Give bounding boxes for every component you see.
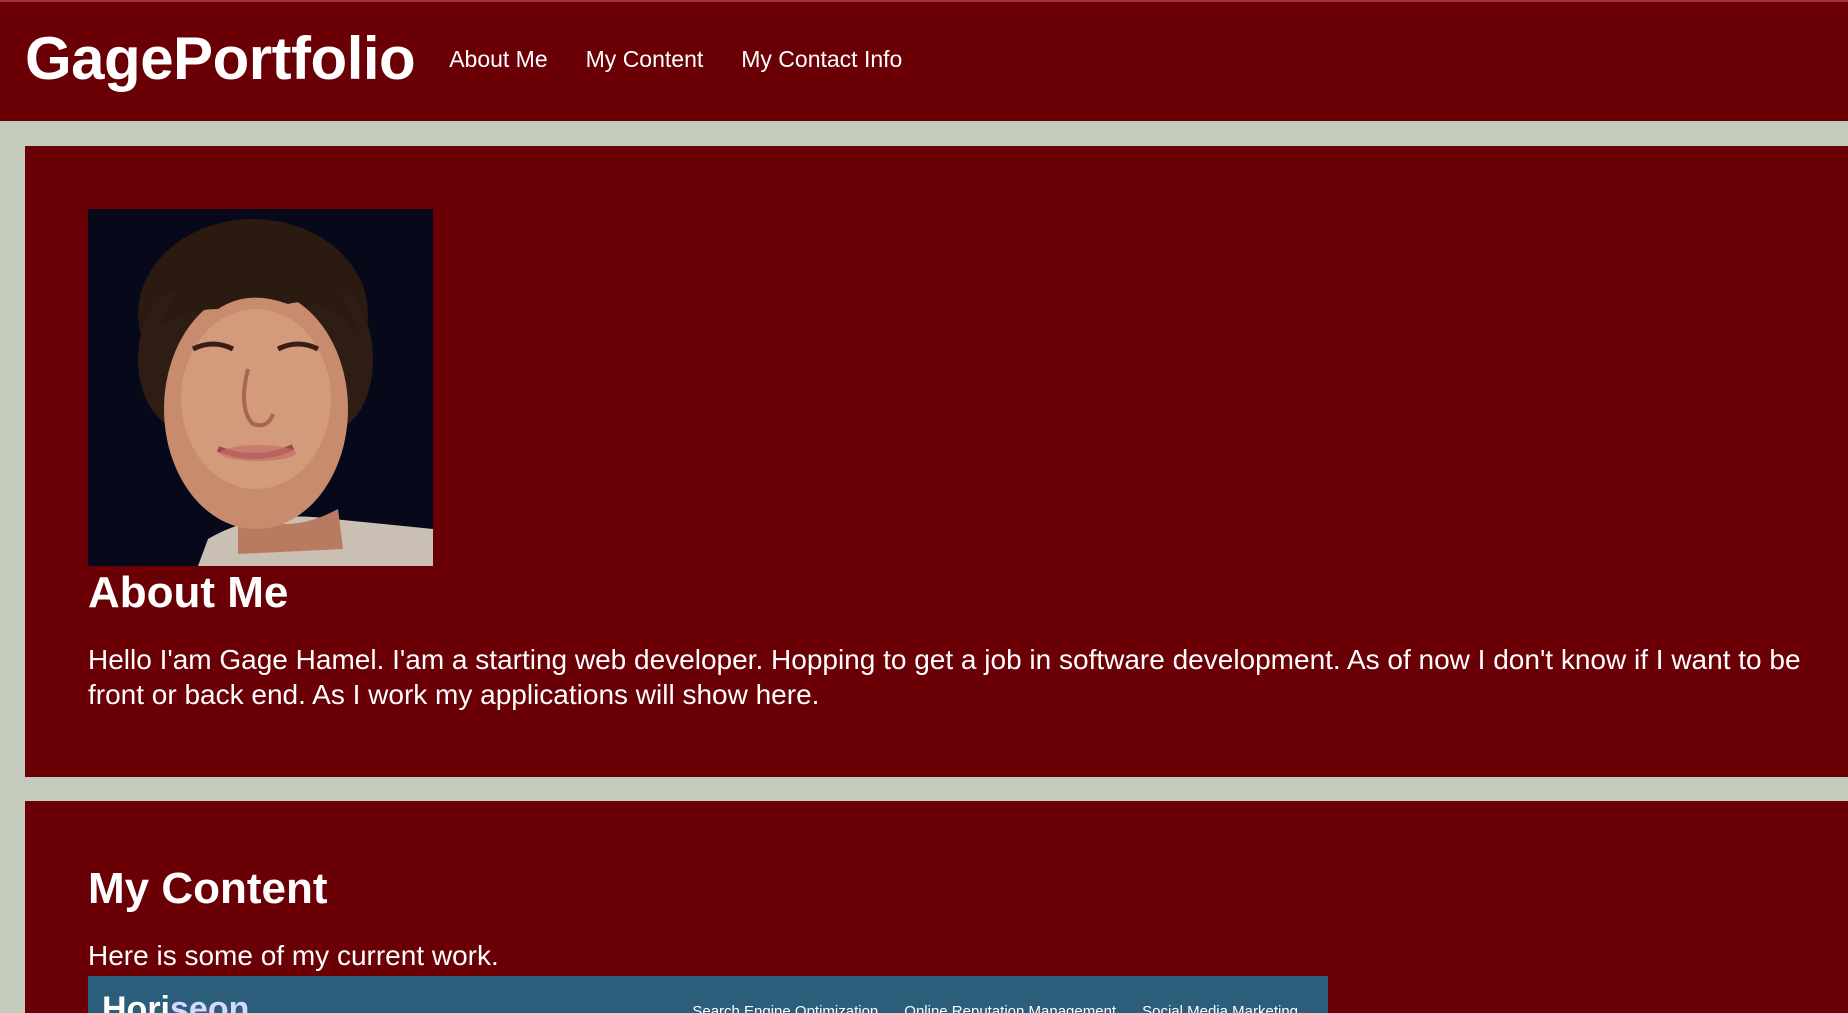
site-header: GagePortfolio About Me My Content My Con…: [0, 2, 1848, 121]
nav-link-contact-info[interactable]: My Contact Info: [741, 46, 902, 73]
profile-photo: [88, 209, 433, 566]
about-me-bio: Hello I'am Gage Hamel. I'am a starting w…: [88, 644, 1801, 710]
nav-link-about-me[interactable]: About Me: [449, 46, 547, 73]
my-content-section: My Content Here is some of my current wo…: [25, 801, 1848, 1013]
preview-nav-orm: Online Reputation Management: [904, 1003, 1117, 1013]
about-me-title: About Me: [88, 568, 289, 617]
site-brand[interactable]: GagePortfolio: [25, 28, 416, 89]
my-content-title: My Content: [88, 864, 328, 913]
preview-nav-smm: Social Media Marketing: [1142, 1003, 1298, 1013]
about-me-section: About Me Hello I'am Gage Hamel. I'am a s…: [25, 146, 1848, 777]
nav-link-my-content[interactable]: My Content: [586, 46, 704, 73]
preview-logo-part2: seon: [170, 990, 250, 1013]
project-preview-horiseon[interactable]: Horiseon Search Engine Optimization Onli…: [88, 976, 1328, 1013]
preview-nav: Search Engine Optimization Online Reputa…: [666, 1003, 1298, 1013]
preview-logo: Horiseon: [102, 992, 249, 1013]
main-nav: About Me My Content My Contact Info: [449, 46, 940, 75]
preview-nav-seo: Search Engine Optimization: [692, 1003, 879, 1013]
my-content-intro: Here is some of my current work.: [88, 940, 499, 971]
preview-logo-part1: Hori: [102, 990, 170, 1013]
